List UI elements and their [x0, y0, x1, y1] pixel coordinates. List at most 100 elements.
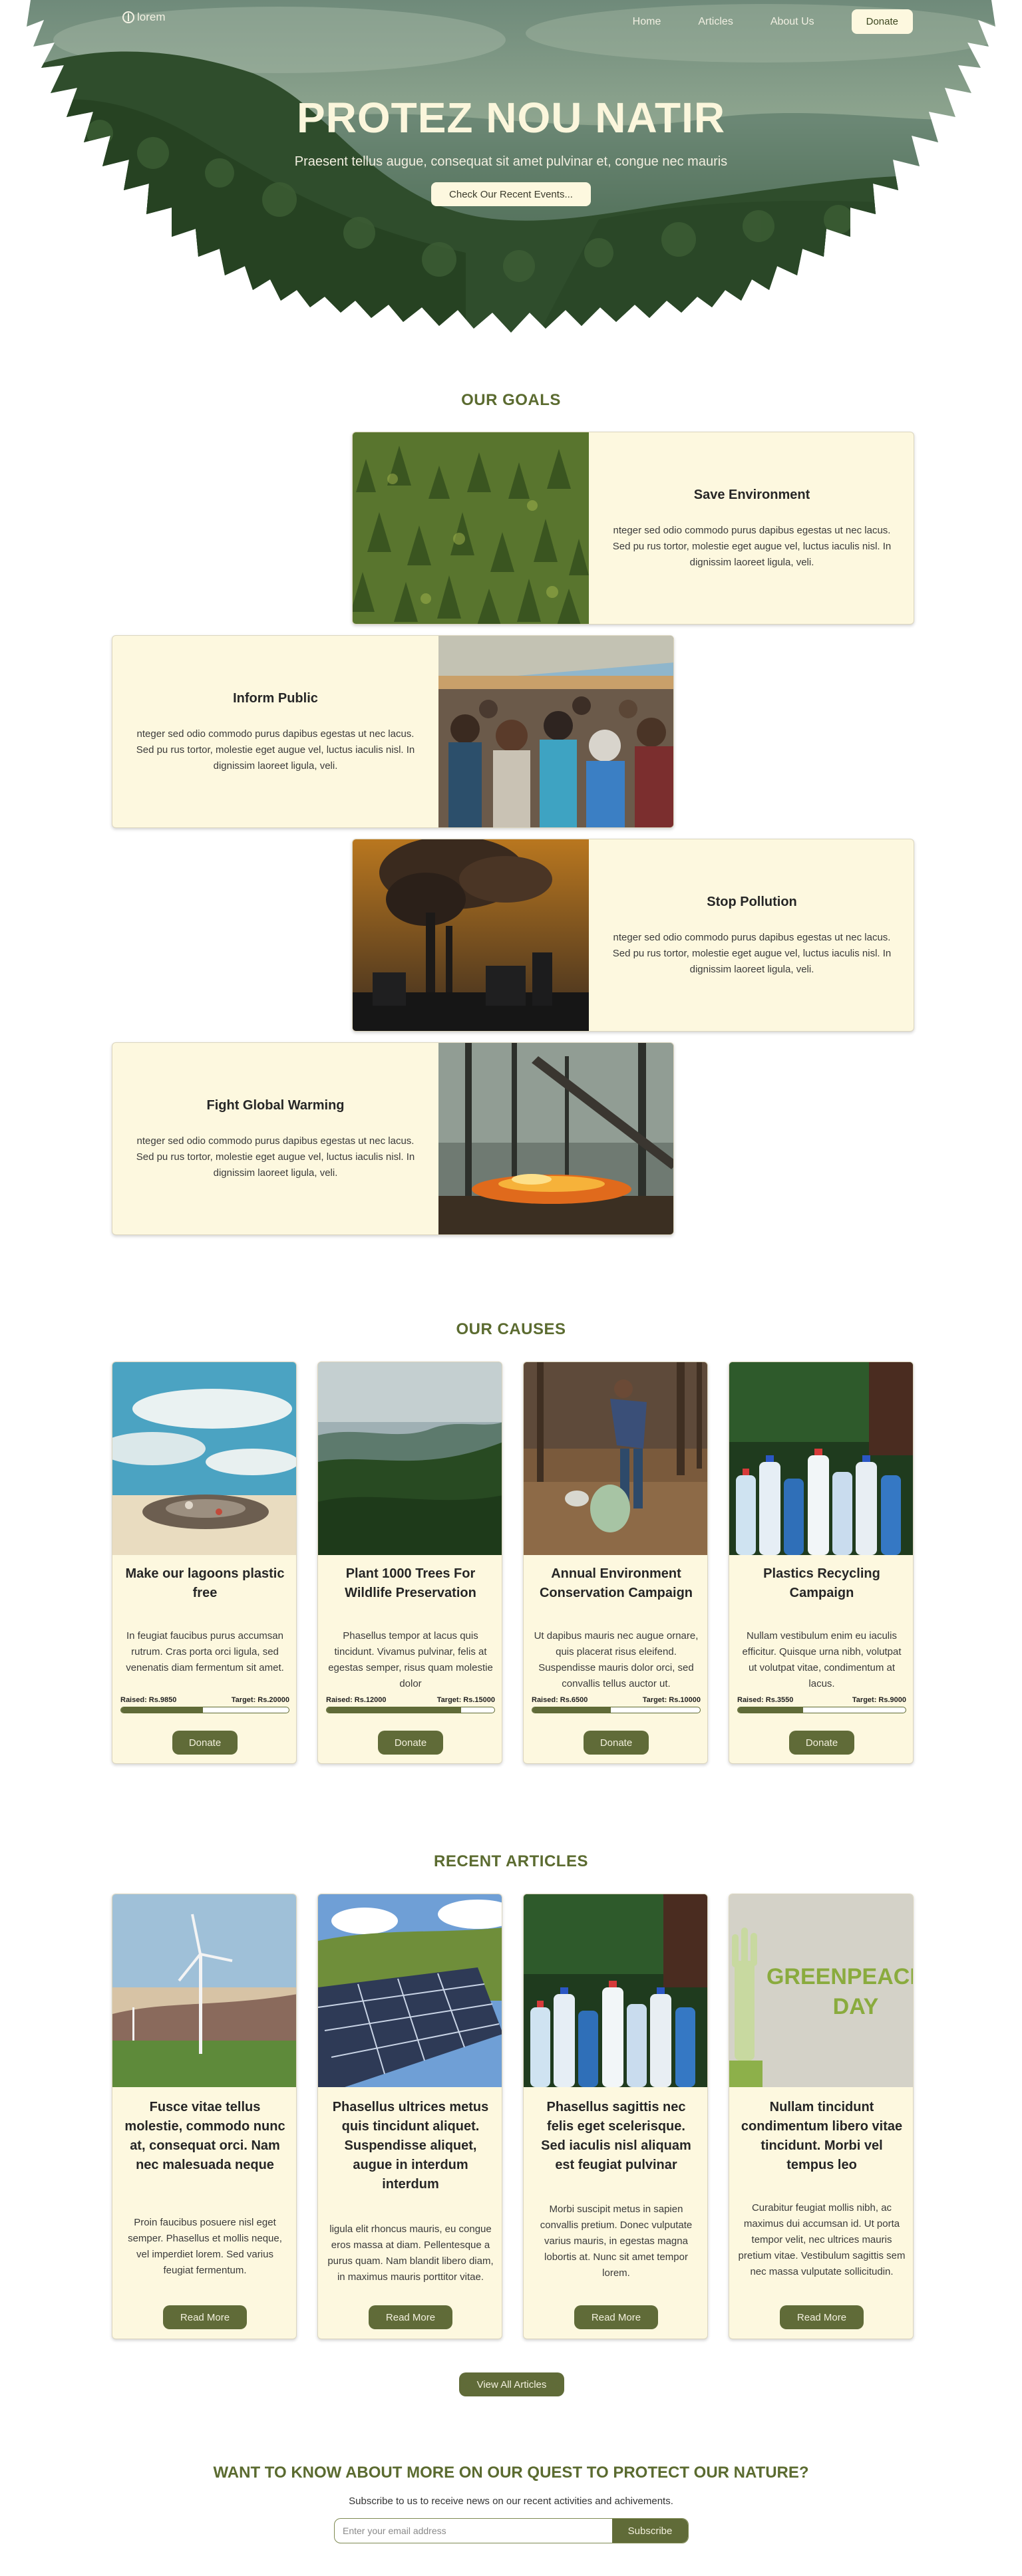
plastic-bottles-image	[729, 1362, 913, 1555]
article-card: Phasellus ultrices metus quis tincidunt …	[317, 1894, 502, 2339]
progress-fill	[121, 1707, 204, 1713]
target-amount: Target: Rs.20000	[231, 1696, 289, 1704]
newsletter-title: WANT TO KNOW ABOUT MORE ON OUR QUEST TO …	[213, 2464, 809, 2482]
goal-text: Stop Pollution nteger sed odio commodo p…	[589, 839, 914, 1031]
article-card: Phasellus sagittis nec felis eget sceler…	[523, 1894, 708, 2339]
donate-button[interactable]: Donate	[172, 1731, 238, 1755]
goal-title: Save Environment	[693, 487, 810, 502]
forest-valley-image	[318, 1362, 502, 1555]
view-all-articles-button[interactable]: View All Articles	[459, 2372, 564, 2396]
nav-link-home[interactable]: Home	[633, 16, 661, 28]
nav-link-articles[interactable]: Articles	[698, 16, 733, 28]
email-input[interactable]	[335, 2519, 614, 2543]
goals-section-title: OUR GOALS	[461, 391, 561, 409]
goal-card: Save Environment nteger sed odio commodo…	[352, 432, 914, 625]
logo-text: lorem	[137, 11, 166, 23]
article-excerpt: Curabitur feugiat mollis nibh, ac maximu…	[738, 2202, 906, 2277]
goal-title: Inform Public	[233, 690, 318, 706]
progress-fill	[738, 1707, 804, 1713]
raised-amount: Raised: Rs.12000	[326, 1696, 387, 1704]
cause-progress-bar	[326, 1707, 495, 1713]
newsletter-subtitle: Subscribe to us to receive news on our r…	[349, 2496, 673, 2507]
solar-panels-image	[318, 1894, 502, 2087]
goal-text: Fight Global Warming nteger sed odio com…	[112, 1043, 438, 1234]
cause-title: Plastics Recycling Campaign	[763, 1566, 880, 1600]
cause-card: Plant 1000 Trees For Wildlife Preservati…	[317, 1361, 502, 1764]
read-more-button[interactable]: Read More	[163, 2305, 247, 2329]
nav-links: Home Articles About Us Donate	[633, 9, 913, 34]
site-logo[interactable]: lorem	[122, 11, 166, 24]
plastic-bottles-image	[524, 1894, 707, 2087]
cause-title: Make our lagoons plastic free	[125, 1566, 285, 1600]
cause-card: Plastics Recycling Campaign Nullam vesti…	[729, 1361, 914, 1764]
cause-progress-bar	[532, 1707, 701, 1713]
cause-description: In feugiat faucibus purus accumsan rutru…	[126, 1630, 284, 1673]
raised-amount: Raised: Rs.3550	[737, 1696, 794, 1704]
read-more-button[interactable]: Read More	[780, 2305, 864, 2329]
cause-card: Annual Environment Conservation Campaign…	[523, 1361, 708, 1764]
article-card: Fusce vitae tellus molestie, commodo nun…	[112, 1894, 297, 2339]
target-amount: Target: Rs.10000	[642, 1696, 701, 1704]
target-amount: Target: Rs.9000	[852, 1696, 906, 1704]
goal-description: nteger sed odio commodo purus dapibus eg…	[612, 931, 892, 975]
article-title[interactable]: Fusce vitae tellus molestie, commodo nun…	[122, 2098, 288, 2175]
hero-subtitle: Praesent tellus augue, consequat sit ame…	[294, 154, 728, 169]
nav-donate-button[interactable]: Donate	[851, 9, 913, 34]
hero-title: PROTEZ NOU NATIR	[296, 94, 726, 142]
goal-description: nteger sed odio commodo purus dapibus eg…	[612, 524, 892, 568]
goal-card: Fight Global Warming nteger sed odio com…	[112, 1042, 674, 1235]
goal-text: Save Environment nteger sed odio commodo…	[589, 432, 914, 624]
newsletter-form: Subscribe	[334, 2518, 689, 2543]
goal-description: nteger sed odio commodo purus dapibus eg…	[136, 1135, 415, 1179]
forest-fire-image	[438, 1043, 673, 1234]
article-title[interactable]: Nullam tincidunt condimentum libero vita…	[739, 2098, 905, 2175]
hero-forest-leaf-image	[27, 0, 995, 333]
raised-amount: Raised: Rs.9850	[120, 1696, 177, 1704]
subscribe-button[interactable]: Subscribe	[612, 2519, 688, 2543]
cause-title: Plant 1000 Trees For Wildlife Preservati…	[345, 1566, 476, 1600]
goal-title: Fight Global Warming	[206, 1097, 345, 1113]
goal-card: Stop Pollution nteger sed odio commodo p…	[352, 839, 914, 1032]
cause-card: Make our lagoons plastic free In feugiat…	[112, 1361, 297, 1764]
donate-button[interactable]: Donate	[789, 1731, 854, 1755]
read-more-button[interactable]: Read More	[369, 2305, 452, 2329]
crowd-image	[438, 636, 673, 827]
progress-fill	[327, 1707, 461, 1713]
cause-progress-bar	[737, 1707, 906, 1713]
top-navbar: lorem Home Articles About Us Donate	[0, 9, 1022, 39]
factory-smoke-image	[353, 839, 589, 1031]
cause-description: Nullam vestibulum enim eu iaculis effici…	[742, 1630, 902, 1689]
article-title[interactable]: Phasellus ultrices metus quis tincidunt …	[327, 2098, 494, 2194]
greenpeace-day-poster-image: GREENPEACE DAY	[729, 1894, 913, 2087]
donate-button[interactable]: Donate	[378, 1731, 443, 1755]
article-excerpt: Proin faucibus posuere nisl eget semper.…	[128, 2217, 282, 2276]
articles-section-title: RECENT ARTICLES	[434, 1852, 588, 1870]
nav-link-about-us[interactable]: About Us	[770, 16, 814, 28]
cause-progress-labels: Raised: Rs.12000 Target: Rs.15000	[326, 1696, 495, 1704]
goal-card: Inform Public nteger sed odio commodo pu…	[112, 635, 674, 828]
wind-turbine-image	[112, 1894, 296, 2087]
cause-progress-bar	[120, 1707, 289, 1713]
donate-button[interactable]: Donate	[584, 1731, 649, 1755]
progress-fill	[532, 1707, 611, 1713]
cause-progress-labels: Raised: Rs.9850 Target: Rs.20000	[120, 1696, 289, 1704]
goal-title: Stop Pollution	[707, 894, 797, 909]
article-title[interactable]: Phasellus sagittis nec felis eget sceler…	[533, 2098, 699, 2175]
cause-description: Ut dapibus mauris nec augue ornare, quis…	[534, 1630, 699, 1689]
cause-progress-labels: Raised: Rs.3550 Target: Rs.9000	[737, 1696, 906, 1704]
logo-icon	[122, 11, 134, 23]
cause-description: Phasellus tempor at lacus quis tincidunt…	[328, 1630, 493, 1689]
cause-progress-labels: Raised: Rs.6500 Target: Rs.10000	[532, 1696, 701, 1704]
volunteer-litter-image	[524, 1362, 707, 1555]
causes-section-title: OUR CAUSES	[456, 1320, 566, 1338]
check-events-button[interactable]: Check Our Recent Events...	[431, 182, 591, 206]
pine-forest-image	[353, 432, 589, 624]
article-excerpt: Morbi suscipit metus in sapien convallis…	[540, 2204, 693, 2279]
target-amount: Target: Rs.15000	[436, 1696, 495, 1704]
beach-trash-image	[112, 1362, 296, 1555]
hero-section: lorem Home Articles About Us Donate PROT…	[0, 0, 1022, 346]
goal-description: nteger sed odio commodo purus dapibus eg…	[136, 728, 415, 772]
read-more-button[interactable]: Read More	[574, 2305, 658, 2329]
poster-text-line2: DAY	[833, 1994, 879, 2019]
goal-text: Inform Public nteger sed odio commodo pu…	[112, 636, 438, 827]
